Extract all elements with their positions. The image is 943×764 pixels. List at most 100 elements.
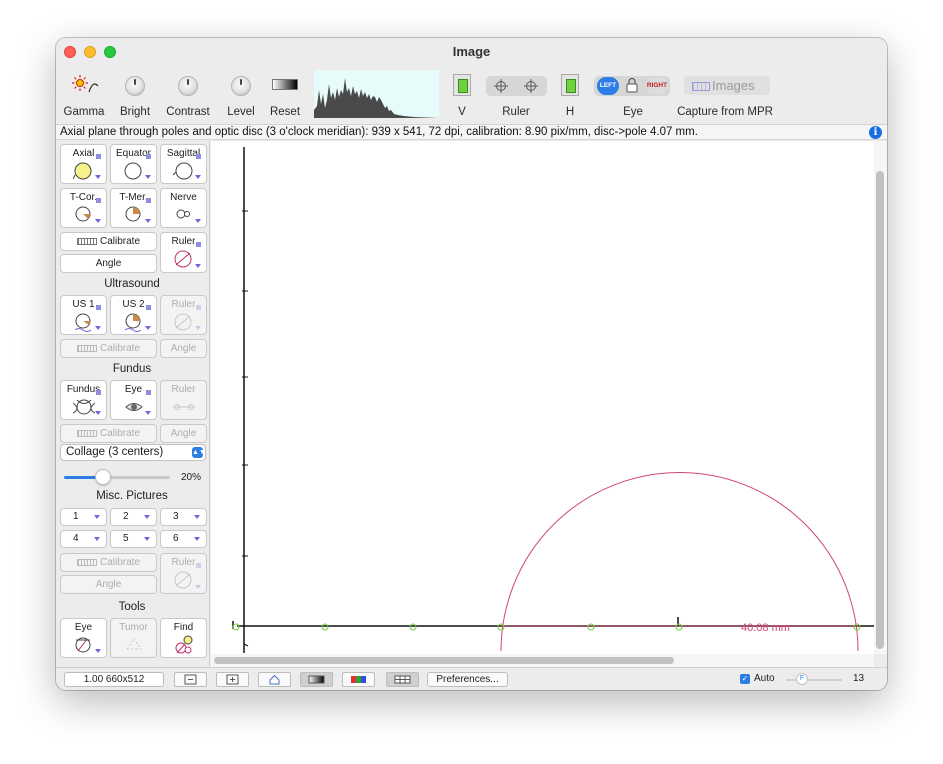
image-info-text: Axial plane through poles and optic disc…: [60, 126, 698, 138]
font-size-slider-thumb[interactable]: F: [796, 673, 808, 685]
grid-arrow-icon: [692, 82, 710, 92]
zoom-out-button[interactable]: [174, 672, 207, 687]
misc-calibrate-button[interactable]: Calibrate: [60, 553, 157, 572]
collage-select[interactable]: Collage (3 centers) ▲▼: [60, 444, 206, 461]
equator-circle-icon: [124, 162, 142, 180]
us-ruler-icon: [174, 313, 192, 331]
sagittal-button[interactable]: Sagittal: [160, 144, 207, 184]
vertical-scrollbar[interactable]: [874, 141, 887, 654]
equator-button[interactable]: Equator: [110, 144, 157, 184]
find-button[interactable]: Find: [160, 618, 207, 658]
info-icon[interactable]: i: [869, 126, 882, 139]
horizontal-scrollbar[interactable]: [211, 654, 874, 667]
fundus-calibrate-button[interactable]: Calibrate: [60, 424, 157, 443]
gamma-icon: [72, 75, 99, 93]
fundus-button[interactable]: Fundus: [60, 380, 107, 420]
horizontal-flip-tool[interactable]: H: [556, 66, 584, 122]
zoom-in-button[interactable]: [216, 672, 249, 687]
crosshair-horizontal-icon[interactable]: [523, 78, 539, 94]
misc-picture-3[interactable]: 3: [160, 508, 207, 526]
misc-picture-6[interactable]: 6: [160, 530, 207, 548]
tools-eye-button[interactable]: Eye: [60, 618, 107, 658]
chevron-updown-icon: ▲▼: [192, 447, 206, 458]
us1-button[interactable]: US 1: [60, 295, 107, 335]
nerve-label: Nerve: [170, 192, 197, 203]
ruler-button[interactable]: Ruler: [160, 232, 207, 273]
bright-tool[interactable]: Bright: [112, 66, 158, 122]
fundus-angle-button[interactable]: Angle: [160, 424, 207, 443]
title-bar: Image: [56, 38, 887, 66]
fundus-ruler-glyph-icon: [76, 429, 97, 437]
misc-ruler-glyph-icon: [76, 558, 97, 566]
capture-label: Capture from MPR: [677, 106, 773, 118]
capture-tool[interactable]: Images Capture from MPR: [674, 66, 776, 122]
fundus-ruler-button[interactable]: Ruler: [160, 380, 207, 420]
crosshair-vertical-icon[interactable]: [493, 78, 509, 94]
level-tool[interactable]: Level: [218, 66, 264, 122]
horizontal-scroll-thumb[interactable]: [214, 657, 674, 664]
angle-button[interactable]: Angle: [60, 254, 157, 273]
us-calibrate-button[interactable]: Calibrate: [60, 339, 157, 358]
ruler-glyph-icon: [76, 237, 97, 245]
gamma-tool[interactable]: Gamma: [60, 66, 108, 122]
us-angle-button[interactable]: Angle: [160, 339, 207, 358]
font-size-slider[interactable]: [786, 679, 842, 681]
us-ruler-button[interactable]: Ruler: [160, 295, 207, 335]
eye-tool-group: LEFT RIGHT Eye: [594, 66, 672, 122]
find-icon: [175, 635, 193, 654]
histogram[interactable]: [314, 70, 439, 118]
axial-button[interactable]: Axial: [60, 144, 107, 184]
grid-icon: [394, 675, 411, 684]
sidebar: Axial Equator Sagittal T-Cor. T-Mer. Ner…: [56, 141, 210, 667]
images-button[interactable]: Images: [684, 76, 770, 95]
contrast-knob-icon: [178, 76, 198, 96]
t-cor-button[interactable]: T-Cor.: [60, 188, 107, 228]
us2-button[interactable]: US 2: [110, 295, 157, 335]
color-button[interactable]: [342, 672, 375, 687]
image-canvas[interactable]: 40.08 mm: [211, 141, 874, 654]
v-label: V: [458, 106, 466, 118]
contrast-label: Contrast: [166, 106, 210, 118]
vertical-green-icon: [453, 74, 471, 96]
eye-left-button[interactable]: LEFT: [597, 77, 619, 95]
grid-button[interactable]: [386, 672, 419, 687]
level-knob-icon: [231, 76, 251, 96]
misc-picture-5[interactable]: 5: [110, 530, 157, 548]
fundus-eye-button[interactable]: Eye: [110, 380, 157, 420]
vertical-flip-tool[interactable]: V: [448, 66, 476, 122]
nerve-button[interactable]: Nerve: [160, 188, 207, 228]
contrast-tool[interactable]: Contrast: [162, 66, 214, 122]
ultrasound-heading: Ultrasound: [104, 278, 160, 290]
eye-right-button[interactable]: RIGHT: [646, 77, 668, 95]
t-mer-button[interactable]: T-Mer.: [110, 188, 157, 228]
grayscale-button[interactable]: [300, 672, 333, 687]
eye-photo-icon: [125, 403, 143, 411]
misc-picture-1[interactable]: 1: [60, 508, 107, 526]
auto-label: Auto: [754, 673, 775, 684]
tools-heading: Tools: [118, 601, 146, 613]
lock-icon[interactable]: [625, 77, 639, 93]
nerve-icon: [176, 209, 190, 219]
collage-slider[interactable]: [64, 469, 170, 485]
measurement-label: 40.08 mm: [741, 622, 790, 634]
calibrate-button[interactable]: Calibrate: [60, 232, 157, 251]
preferences-button[interactable]: Preferences...: [427, 672, 508, 687]
misc-picture-4[interactable]: 4: [60, 530, 107, 548]
misc-ruler-button[interactable]: Ruler: [160, 553, 207, 594]
misc-angle-button[interactable]: Angle: [60, 575, 157, 594]
ruler-label: Ruler: [502, 106, 530, 118]
auto-checkbox[interactable]: ✓: [740, 674, 750, 684]
tumor-button[interactable]: Tumor: [110, 618, 157, 658]
reset-tool[interactable]: Reset: [266, 66, 304, 122]
misc-picture-2[interactable]: 2: [110, 508, 157, 526]
home-button[interactable]: [258, 672, 291, 687]
horizontal-green-icon: [561, 74, 579, 96]
marker-point: [587, 623, 595, 631]
gamma-label: Gamma: [63, 106, 105, 118]
marker-point: [409, 623, 417, 631]
zoom-readout: 1.00 660x512: [64, 672, 164, 687]
vertical-scroll-thumb[interactable]: [876, 171, 884, 649]
level-label: Level: [227, 106, 255, 118]
collage-slider-thumb[interactable]: [95, 469, 112, 485]
misc-pictures-heading: Misc. Pictures: [96, 490, 168, 502]
